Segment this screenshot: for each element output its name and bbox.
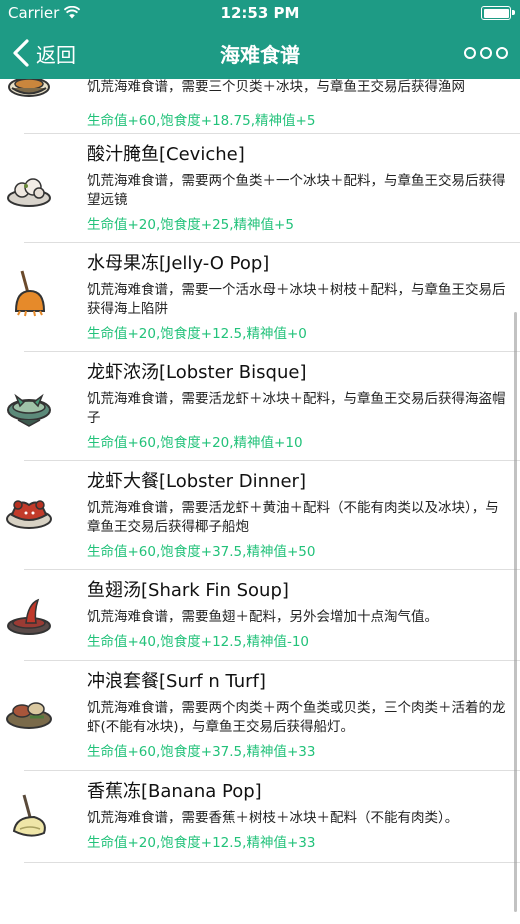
recipe-stats: 生命值+60,饱食度+37.5,精神值+50	[87, 544, 316, 560]
navigation-bar: 返回 海难食谱	[0, 27, 520, 79]
clock: 12:53 PM	[220, 4, 300, 22]
recipe-name: 水母果冻[Jelly-O Pop]	[87, 253, 270, 274]
status-bar: Carrier 12:53 PM	[0, 0, 520, 27]
lobster-bisque-icon	[7, 393, 51, 427]
list-item[interactable]: 龙虾大餐[Lobster Dinner] 饥荒海难食谱，需要活龙虾＋黄油＋配料（…	[6, 461, 520, 570]
recipe-description: 饥荒海难食谱，需要活龙虾＋冰块＋配料，与章鱼王交易后获得海盗帽子	[87, 391, 506, 426]
lobster-dinner-icon	[6, 500, 52, 529]
recipe-stats: 生命值+60,饱食度+37.5,精神值+33	[87, 744, 316, 760]
recipe-description: 饥荒海难食谱，需要一个活水母＋冰块＋树枝＋配料，与章鱼王交易后获得海上陷阱	[87, 282, 506, 317]
surf-n-turf-icon	[6, 702, 52, 729]
recipe-description: 饥荒海难食谱，需要三个贝类＋冰块，与章鱼王交易后获得渔网	[87, 79, 465, 95]
recipe-name: 龙虾浓汤[Lobster Bisque]	[87, 362, 307, 383]
recipe-description: 饥荒海难食谱，需要鱼翅＋配料，另外会增加十点淘气值。	[87, 609, 438, 625]
recipe-description: 饥荒海难食谱，需要活龙虾＋黄油＋配料（不能有肉类以及冰块），与章鱼王交易后获得椰…	[87, 500, 499, 535]
banana-pop-icon	[12, 794, 46, 837]
page-title: 海难食谱	[220, 43, 300, 67]
recipe-description: 饥荒海难食谱，需要两个肉类＋两个鱼类或贝类，三个肉类＋活着的龙虾(不能有冰块)，…	[87, 700, 506, 735]
list-item[interactable]: 鱼翅汤[Shark Fin Soup] 饥荒海难食谱，需要鱼翅＋配料，另外会增加…	[7, 570, 520, 661]
shark-fin-soup-icon	[7, 598, 51, 635]
more-options-button[interactable]	[464, 41, 508, 65]
ceviche-icon	[7, 178, 51, 207]
recipe-stats: 生命值+20,饱食度+12.5,精神值+33	[87, 835, 316, 851]
list-item[interactable]: 香蕉冻[Banana Pop] 饥荒海难食谱，需要香蕉＋树枝＋冰块＋配料（不能有…	[12, 771, 520, 863]
recipe-description: 饥荒海难食谱，需要两个鱼类＋一个冰块＋配料，与章鱼王交易后获得望远镜	[87, 173, 506, 208]
recipe-description: 饥荒海难食谱，需要香蕉＋树枝＋冰块＋配料（不能有肉类）。	[87, 810, 459, 826]
recipe-list[interactable]: 饥荒海难食谱，需要三个贝类＋冰块，与章鱼王交易后获得渔网 生命值+60,饱食度+…	[0, 79, 520, 924]
bowl-dish-icon	[8, 79, 50, 97]
battery-icon	[481, 6, 515, 20]
recipe-name: 龙虾大餐[Lobster Dinner]	[87, 471, 306, 492]
list-item[interactable]: 龙虾浓汤[Lobster Bisque] 饥荒海难食谱，需要活龙虾＋冰块＋配料，…	[7, 352, 520, 461]
jelly-pop-icon	[14, 270, 46, 317]
recipe-stats: 生命值+40,饱食度+12.5,精神值-10	[87, 634, 309, 650]
scrollbar[interactable]	[514, 312, 517, 912]
recipe-stats: 生命值+20,饱食度+25,精神值+5	[87, 217, 294, 233]
list-item[interactable]: 水母果冻[Jelly-O Pop] 饥荒海难食谱，需要一个活水母＋冰块＋树枝＋配…	[14, 243, 520, 352]
recipe-name: 鱼翅汤[Shark Fin Soup]	[87, 580, 289, 601]
list-item[interactable]: 饥荒海难食谱，需要三个贝类＋冰块，与章鱼王交易后获得渔网 生命值+60,饱食度+…	[8, 79, 520, 134]
dot-icon	[496, 47, 508, 59]
recipe-name: 冲浪套餐[Surf n Turf]	[87, 671, 266, 692]
list-item[interactable]: 酸汁腌鱼[Ceviche] 饥荒海难食谱，需要两个鱼类＋一个冰块＋配料，与章鱼王…	[7, 134, 520, 243]
recipe-stats: 生命值+60,饱食度+20,精神值+10	[87, 435, 303, 451]
list-item[interactable]: 冲浪套餐[Surf n Turf] 饥荒海难食谱，需要两个肉类＋两个鱼类或贝类，…	[6, 661, 520, 771]
dot-icon	[464, 47, 476, 59]
recipe-stats: 生命值+60,饱食度+18.75,精神值+5	[87, 113, 316, 129]
dot-icon	[480, 47, 492, 59]
recipe-name: 香蕉冻[Banana Pop]	[87, 781, 262, 802]
recipe-stats: 生命值+20,饱食度+12.5,精神值+0	[87, 326, 307, 342]
recipe-name: 酸汁腌鱼[Ceviche]	[87, 144, 245, 165]
